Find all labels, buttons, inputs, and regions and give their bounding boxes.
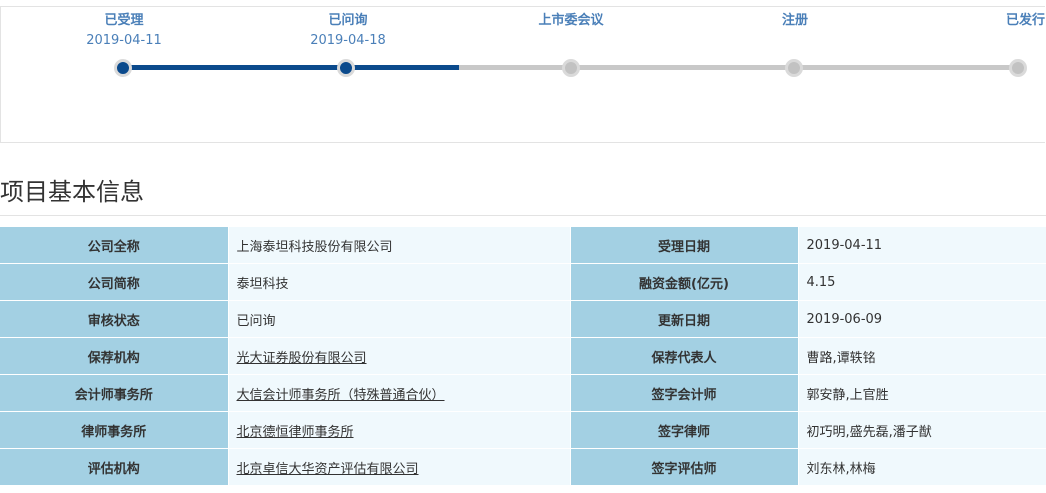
step-date [745,31,845,51]
step-accepted: 已受理 2019-04-11 [73,11,175,51]
step-inquired: 已问询 2019-04-18 [297,11,399,51]
step-dot-issued [1009,59,1027,77]
value-review-status: 已问询 [227,300,571,338]
table-row: 会计师事务所 大信会计师事务所（特殊普通合伙） 签字会计师 郭安静,上官胜 [0,374,1046,412]
step-label: 上市委会议 [538,13,604,28]
value-financing-amount: 4.15 [797,263,1046,301]
value-signing-appraisers: 刘东林,林梅 [797,448,1046,486]
table-row: 审核状态 已问询 更新日期 2019-06-09 [0,300,1046,338]
step-listing-committee: 上市委会议 [511,11,631,51]
step-dot-listing-committee [562,59,580,77]
step-date [511,31,631,51]
value-short-name: 泰坦科技 [227,263,571,301]
label-signing-appraisers: 签字评估师 [570,448,798,486]
value-update-date: 2019-06-09 [797,300,1046,338]
label-update-date: 更新日期 [570,300,798,338]
label-law-firm: 律师事务所 [0,411,228,449]
step-issued: 已发行 [985,11,1045,51]
step-dot-inquired [337,59,355,77]
value-signing-lawyers: 初巧明,盛先磊,潘子猷 [797,411,1046,449]
value-law-firm: 北京德恒律师事务所 [227,411,571,449]
step-date [985,31,1045,51]
table-row: 公司全称 上海泰坦科技股份有限公司 受理日期 2019-04-11 [0,226,1046,264]
value-appraisal-firm: 北京卓信大华资产评估有限公司 [227,448,571,486]
step-date: 2019-04-11 [86,33,162,48]
step-label: 已受理 [104,13,144,28]
table-row: 公司简称 泰坦科技 融资金额(亿元) 4.15 [0,263,1046,301]
accounting-firm-link[interactable]: 大信会计师事务所（特殊普通合伙） [237,388,445,403]
table-row: 评估机构 北京卓信大华资产评估有限公司 签字评估师 刘东林,林梅 [0,448,1046,486]
track-todo [459,65,1019,70]
label-sponsor: 保荐机构 [0,337,228,375]
table-row: 律师事务所 北京德恒律师事务所 签字律师 初巧明,盛先磊,潘子猷 [0,411,1046,449]
law-firm-link[interactable]: 北京德恒律师事务所 [237,425,354,440]
label-appraisal-firm: 评估机构 [0,448,228,486]
step-dot-accepted [114,59,132,77]
step-label: 注册 [781,13,808,28]
value-accounting-firm: 大信会计师事务所（特殊普通合伙） [227,374,571,412]
value-sponsor: 光大证券股份有限公司 [227,337,571,375]
value-company-name: 上海泰坦科技股份有限公司 [227,226,571,264]
project-info-table: 公司全称 上海泰坦科技股份有限公司 受理日期 2019-04-11 公司简称 泰… [0,226,1046,486]
step-label: 已发行 [1005,13,1045,28]
divider [0,215,1046,216]
section-title: 项目基本信息 [0,178,144,206]
step-dot-registration [785,59,803,77]
label-review-status: 审核状态 [0,300,228,338]
label-accounting-firm: 会计师事务所 [0,374,228,412]
label-short-name: 公司简称 [0,263,228,301]
value-accept-date: 2019-04-11 [797,226,1046,264]
track-done [123,65,459,70]
label-signing-accountants: 签字会计师 [570,374,798,412]
table-row: 保荐机构 光大证券股份有限公司 保荐代表人 曹路,谭轶铭 [0,337,1046,375]
appraisal-firm-link[interactable]: 北京卓信大华资产评估有限公司 [237,462,419,477]
step-registration: 注册 [745,11,845,51]
step-date: 2019-04-18 [310,33,386,48]
sponsor-link[interactable]: 光大证券股份有限公司 [237,351,367,366]
label-company-name: 公司全称 [0,226,228,264]
label-accept-date: 受理日期 [570,226,798,264]
label-sponsor-reps: 保荐代表人 [570,337,798,375]
progress-timeline: 已受理 2019-04-11 已问询 2019-04-18 上市委会议 注册 已… [0,6,1045,143]
label-financing-amount: 融资金额(亿元) [570,263,798,301]
step-label: 已问询 [328,13,368,28]
value-sponsor-reps: 曹路,谭轶铭 [797,337,1046,375]
label-signing-lawyers: 签字律师 [570,411,798,449]
value-signing-accountants: 郭安静,上官胜 [797,374,1046,412]
